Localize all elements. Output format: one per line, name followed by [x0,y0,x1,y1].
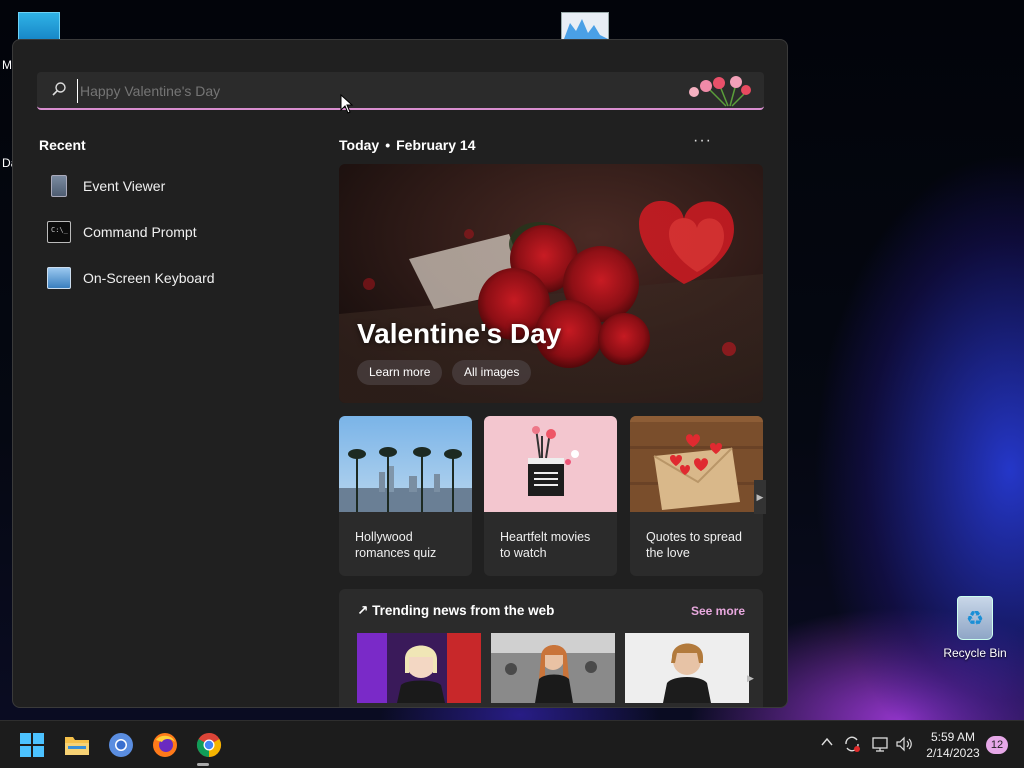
command-prompt-icon: C:\_ [47,221,71,243]
today-header: Today • February 14 [339,137,475,153]
card-title-line: romances quiz [355,546,437,560]
recent-item-label: Event Viewer [83,178,166,194]
hero-card[interactable]: Valentine's Day Learn more All images [339,164,763,403]
chromium-icon[interactable] [107,731,135,759]
search-box[interactable] [37,72,764,110]
start-icon[interactable] [18,731,46,759]
card-title-line: Hollywood [355,530,413,544]
today-date: February 14 [396,137,476,153]
desktop-app-icon[interactable] [18,12,60,40]
card-title-line: the love [646,546,690,560]
card-title: Hollywood romances quiz [355,529,465,561]
card-title: Heartfelt movies to watch [500,529,610,561]
news-thumbnail[interactable] [357,633,481,703]
chrome-icon[interactable] [195,731,223,759]
card-hollywood-quiz[interactable]: Hollywood romances quiz [339,416,472,576]
card-title-line: Heartfelt movies [500,530,591,544]
clock-date: 2/14/2023 [926,746,980,760]
more-options-button[interactable]: ··· [693,132,712,150]
news-thumbnail[interactable] [491,633,615,703]
recent-item-command-prompt[interactable]: C:\_ Command Prompt [47,218,297,246]
network-icon[interactable] [871,735,889,756]
sync-icon[interactable] [843,735,861,756]
all-images-button[interactable]: All images [452,360,532,385]
news-thumbnail[interactable] [625,633,749,703]
recent-item-label: Command Prompt [83,224,197,240]
valentine-flowers-icon [689,76,751,107]
search-icon [52,82,66,96]
volume-icon[interactable] [895,735,913,756]
trending-heading: ↗ Trending news from the web [357,603,554,619]
mouse-pointer-icon [340,94,354,114]
firefox-icon[interactable] [151,731,179,759]
file-explorer-icon[interactable] [63,731,91,759]
event-viewer-icon [51,175,67,197]
card-title-line: Quotes to spread [646,530,742,544]
card-image [630,416,763,512]
recycle-bin[interactable]: ♻ Recycle Bin [940,596,1010,660]
recent-item-on-screen-keyboard[interactable]: On-Screen Keyboard [47,264,297,292]
trending-news-panel: ↗ Trending news from the web See more ▶ [339,589,763,707]
running-app-indicator [197,763,209,766]
trending-up-icon: ↗ [357,603,369,618]
cards-next-arrow-icon[interactable]: ▶ [754,480,766,514]
card-title: Quotes to spread the love [646,529,756,561]
see-more-link[interactable]: See more [691,604,745,618]
desktop-partial-label: M [2,58,12,72]
card-image [339,416,472,512]
notification-badge[interactable]: 12 [986,736,1008,754]
search-flyout: Recent Event Viewer C:\_ Command Prompt … [12,39,788,708]
recent-item-event-viewer[interactable]: Event Viewer [47,172,297,200]
card-title-line: to watch [500,546,547,560]
today-label: Today [339,137,380,153]
search-input[interactable] [77,79,677,103]
desktop-chart-icon[interactable] [561,12,609,40]
hero-title: Valentine's Day [357,318,562,349]
learn-more-button[interactable]: Learn more [357,360,443,385]
taskbar: 5:59 AM 2/14/2023 12 [0,720,1024,768]
recent-heading: Recent [39,137,86,153]
card-image [484,416,617,512]
today-separator: • [385,137,391,153]
clock-time: 5:59 AM [930,730,976,744]
show-hidden-icons-chevron-icon[interactable] [820,735,834,752]
card-quotes-love[interactable]: Quotes to spread the love [630,416,763,576]
recycle-bin-icon: ♻ [957,596,993,640]
trending-next-arrow-icon[interactable]: ▶ [747,673,754,684]
recycle-bin-label: Recycle Bin [943,646,1007,660]
trending-title: Trending news from the web [372,603,555,618]
on-screen-keyboard-icon [47,267,71,289]
recent-item-label: On-Screen Keyboard [83,270,215,286]
card-heartfelt-movies[interactable]: Heartfelt movies to watch [484,416,617,576]
clock[interactable]: 5:59 AM 2/14/2023 [918,729,988,761]
